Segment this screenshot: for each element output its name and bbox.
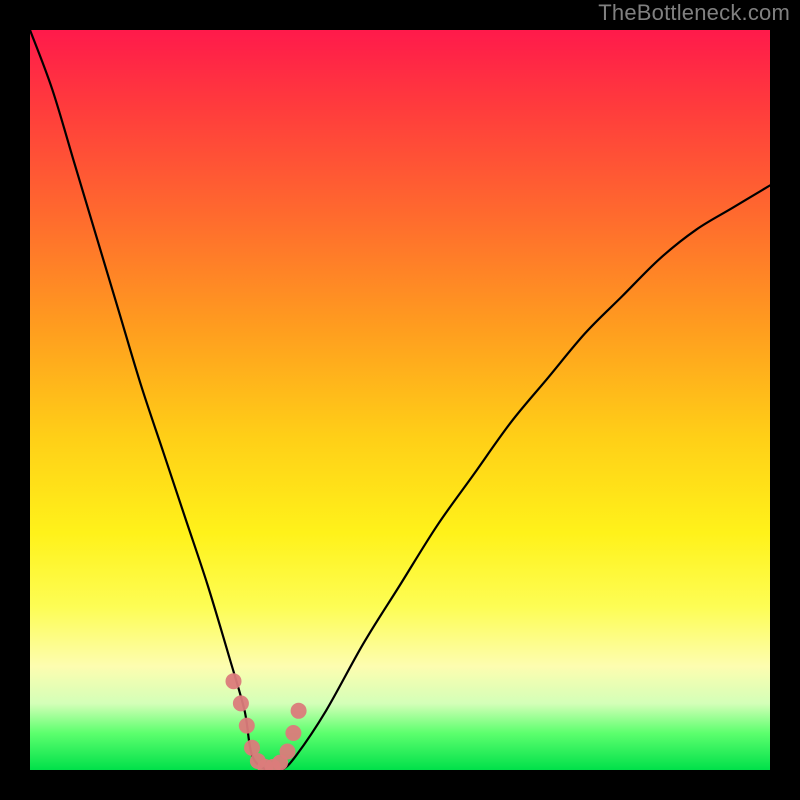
marker-dot <box>239 718 255 734</box>
marker-dot <box>280 744 296 760</box>
plot-area <box>30 30 770 770</box>
chart-container: TheBottleneck.com <box>0 0 800 800</box>
curve-layer <box>30 30 770 770</box>
marker-dot <box>226 673 242 689</box>
bottleneck-curve <box>30 30 770 770</box>
marker-dot <box>285 725 301 741</box>
marker-dot <box>233 695 249 711</box>
watermark-text: TheBottleneck.com <box>598 0 790 26</box>
marker-dot <box>291 703 307 719</box>
highlight-markers <box>226 673 307 770</box>
